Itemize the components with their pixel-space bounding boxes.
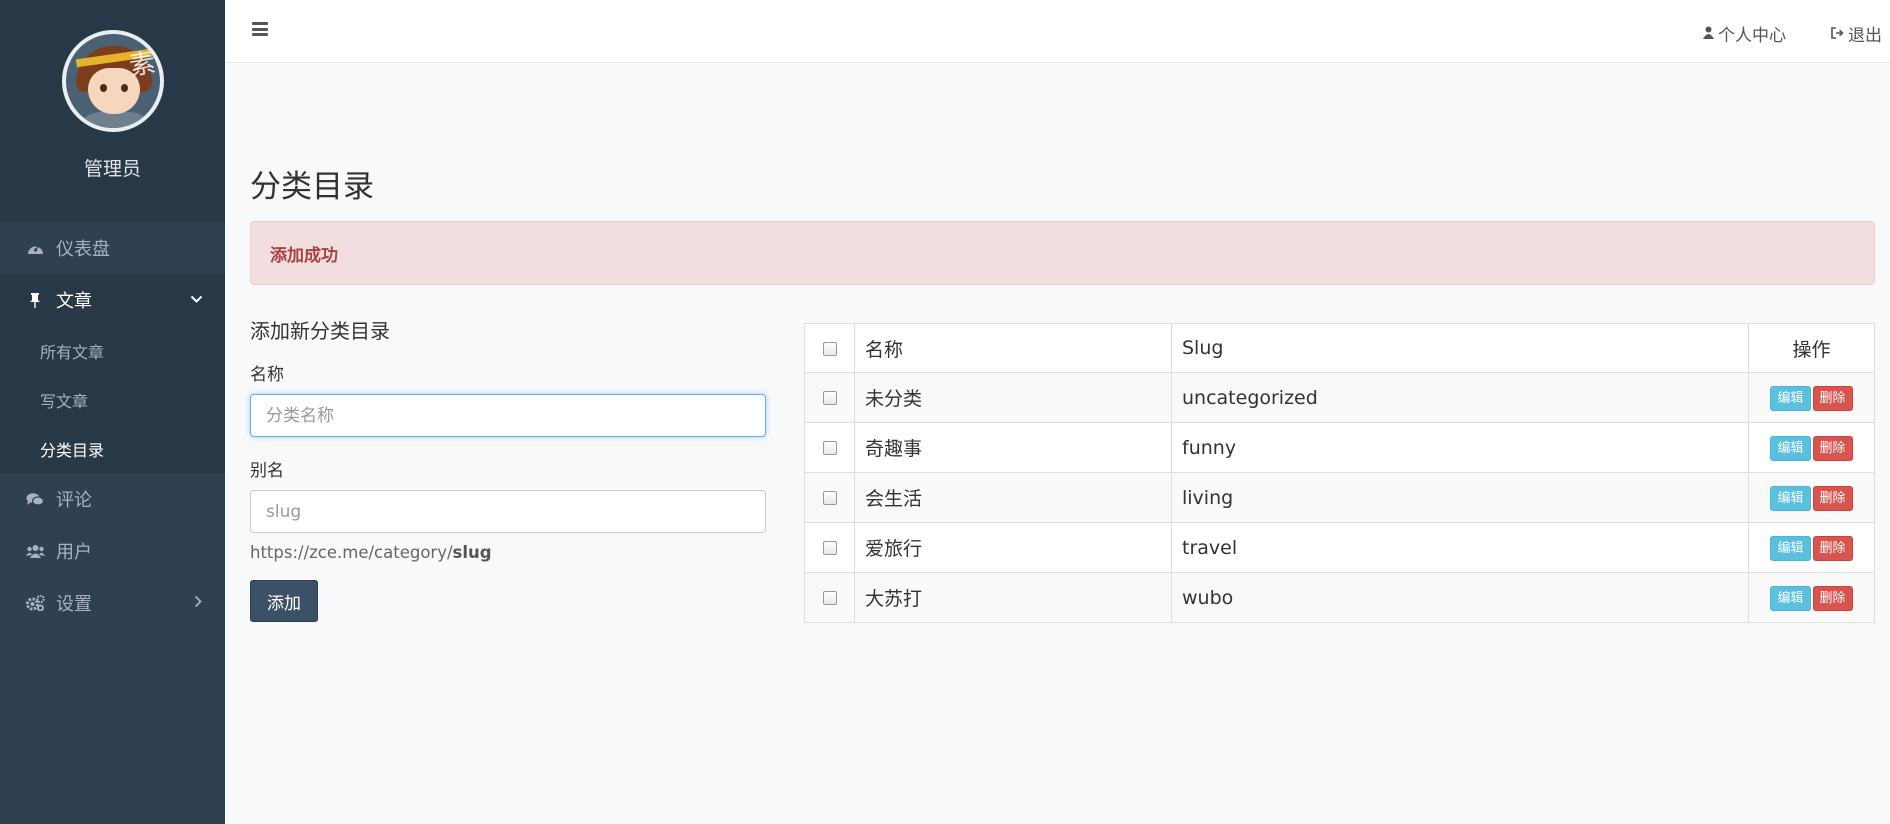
categories-table: 名称 Slug 操作 未分类 uncategorized 编辑 删除 奇趣事 fu… <box>804 323 1875 623</box>
form-title: 添加新分类目录 <box>250 319 390 343</box>
edit-button[interactable]: 编辑 <box>1770 485 1811 511</box>
profile-link-label: 个人中心 <box>1718 26 1786 46</box>
category-slug-cell: living <box>1171 472 1749 523</box>
delete-button[interactable]: 删除 <box>1812 585 1853 611</box>
user-icon <box>1703 24 1714 44</box>
sidebar-subitem-write-post[interactable]: 写文章 <box>3 375 225 424</box>
select-all-checkbox[interactable] <box>822 341 837 356</box>
profile-panel: 素 管理员 <box>0 0 225 222</box>
sidebar: 素 管理员 仪表盘 文章 所有文章 写文章 分类目录 评论 用户 设置 <box>0 0 225 824</box>
category-name-cell: 会生活 <box>854 472 1172 523</box>
sidebar-item-posts[interactable]: 文章 <box>0 274 225 326</box>
row-checkbox[interactable] <box>822 391 837 405</box>
select-all-cell <box>804 323 855 373</box>
row-checkbox[interactable] <box>822 441 837 455</box>
sidebar-subitem-categories[interactable]: 分类目录 <box>3 424 225 473</box>
success-alert: 添加成功 <box>250 221 1875 285</box>
users-icon <box>24 544 46 559</box>
slug-label: 别名 <box>250 461 284 481</box>
table-header-row: 名称 Slug 操作 <box>804 323 1875 373</box>
category-name-input[interactable] <box>250 394 766 437</box>
category-name-cell: 大苏打 <box>854 572 1172 623</box>
column-header-name: 名称 <box>854 323 1172 373</box>
delete-button[interactable]: 删除 <box>1812 485 1853 511</box>
table-row: 未分类 uncategorized 编辑 删除 <box>804 372 1875 423</box>
add-category-form: 添加新分类目录 名称 别名 https://zce.me/category/sl… <box>250 315 766 622</box>
sidebar-item-dashboard[interactable]: 仪表盘 <box>0 222 225 274</box>
sidebar-item-label: 文章 <box>56 291 92 312</box>
category-slug-cell: uncategorized <box>1171 372 1749 423</box>
row-checkbox[interactable] <box>822 491 837 505</box>
add-button[interactable]: 添加 <box>250 580 318 622</box>
avatar[interactable]: 素 <box>61 30 164 132</box>
sidebar-item-label: 设置 <box>56 594 92 615</box>
sidebar-item-users[interactable]: 用户 <box>0 525 225 577</box>
category-name-cell: 奇趣事 <box>854 422 1172 473</box>
slug-help-text: https://zce.me/category/slug <box>250 543 766 562</box>
username: 管理员 <box>83 158 141 180</box>
table-row: 会生活 living 编辑 删除 <box>804 472 1875 523</box>
topbar: 个人中心 退出 <box>225 0 1890 63</box>
delete-button[interactable]: 删除 <box>1812 535 1853 561</box>
slug-help-bold: slug <box>452 543 492 562</box>
settings-icon <box>24 595 46 611</box>
posts-submenu: 所有文章 写文章 分类目录 <box>0 326 225 473</box>
category-slug-cell: funny <box>1171 422 1749 473</box>
column-header-slug: Slug <box>1171 323 1749 373</box>
sidebar-item-settings[interactable]: 设置 <box>0 577 225 629</box>
category-name-cell: 未分类 <box>854 372 1172 423</box>
row-checkbox[interactable] <box>822 591 837 605</box>
logout-link[interactable]: 退出 <box>1831 21 1882 46</box>
edit-button[interactable]: 编辑 <box>1770 435 1811 461</box>
column-header-ops: 操作 <box>1748 323 1875 373</box>
sidebar-subitem-all-posts[interactable]: 所有文章 <box>3 326 225 375</box>
dashboard-icon <box>24 241 46 255</box>
slug-help-prefix: https://zce.me/category/ <box>250 543 453 562</box>
pin-icon <box>24 292 46 308</box>
profile-link[interactable]: 个人中心 <box>1703 21 1786 46</box>
edit-button[interactable]: 编辑 <box>1770 535 1811 561</box>
sidebar-item-label: 评论 <box>56 490 92 511</box>
table-row: 大苏打 wubo 编辑 删除 <box>804 572 1875 623</box>
edit-button[interactable]: 编辑 <box>1770 585 1811 611</box>
table-row: 奇趣事 funny 编辑 删除 <box>804 422 1875 473</box>
sign-out-icon <box>1831 24 1844 44</box>
name-label: 名称 <box>250 365 284 385</box>
category-name-cell: 爱旅行 <box>854 522 1172 573</box>
sidebar-item-label: 仪表盘 <box>56 239 110 260</box>
sidebar-nav: 仪表盘 文章 所有文章 写文章 分类目录 评论 用户 设置 <box>0 222 225 629</box>
category-slug-cell: travel <box>1171 522 1749 573</box>
category-slug-input[interactable] <box>250 490 766 533</box>
sidebar-item-label: 用户 <box>56 542 92 563</box>
row-checkbox[interactable] <box>822 541 837 555</box>
delete-button[interactable]: 删除 <box>1812 385 1853 411</box>
logout-link-label: 退出 <box>1848 26 1882 46</box>
comments-icon <box>24 492 46 507</box>
menu-toggle-icon[interactable] <box>252 22 268 36</box>
edit-button[interactable]: 编辑 <box>1770 385 1811 411</box>
category-slug-cell: wubo <box>1171 572 1749 623</box>
page-title: 分类目录 <box>250 169 374 205</box>
delete-button[interactable]: 删除 <box>1812 435 1853 461</box>
sidebar-item-comments[interactable]: 评论 <box>0 473 225 525</box>
chevron-down-icon <box>190 292 203 308</box>
table-row: 爱旅行 travel 编辑 删除 <box>804 522 1875 573</box>
chevron-right-icon <box>194 595 203 612</box>
